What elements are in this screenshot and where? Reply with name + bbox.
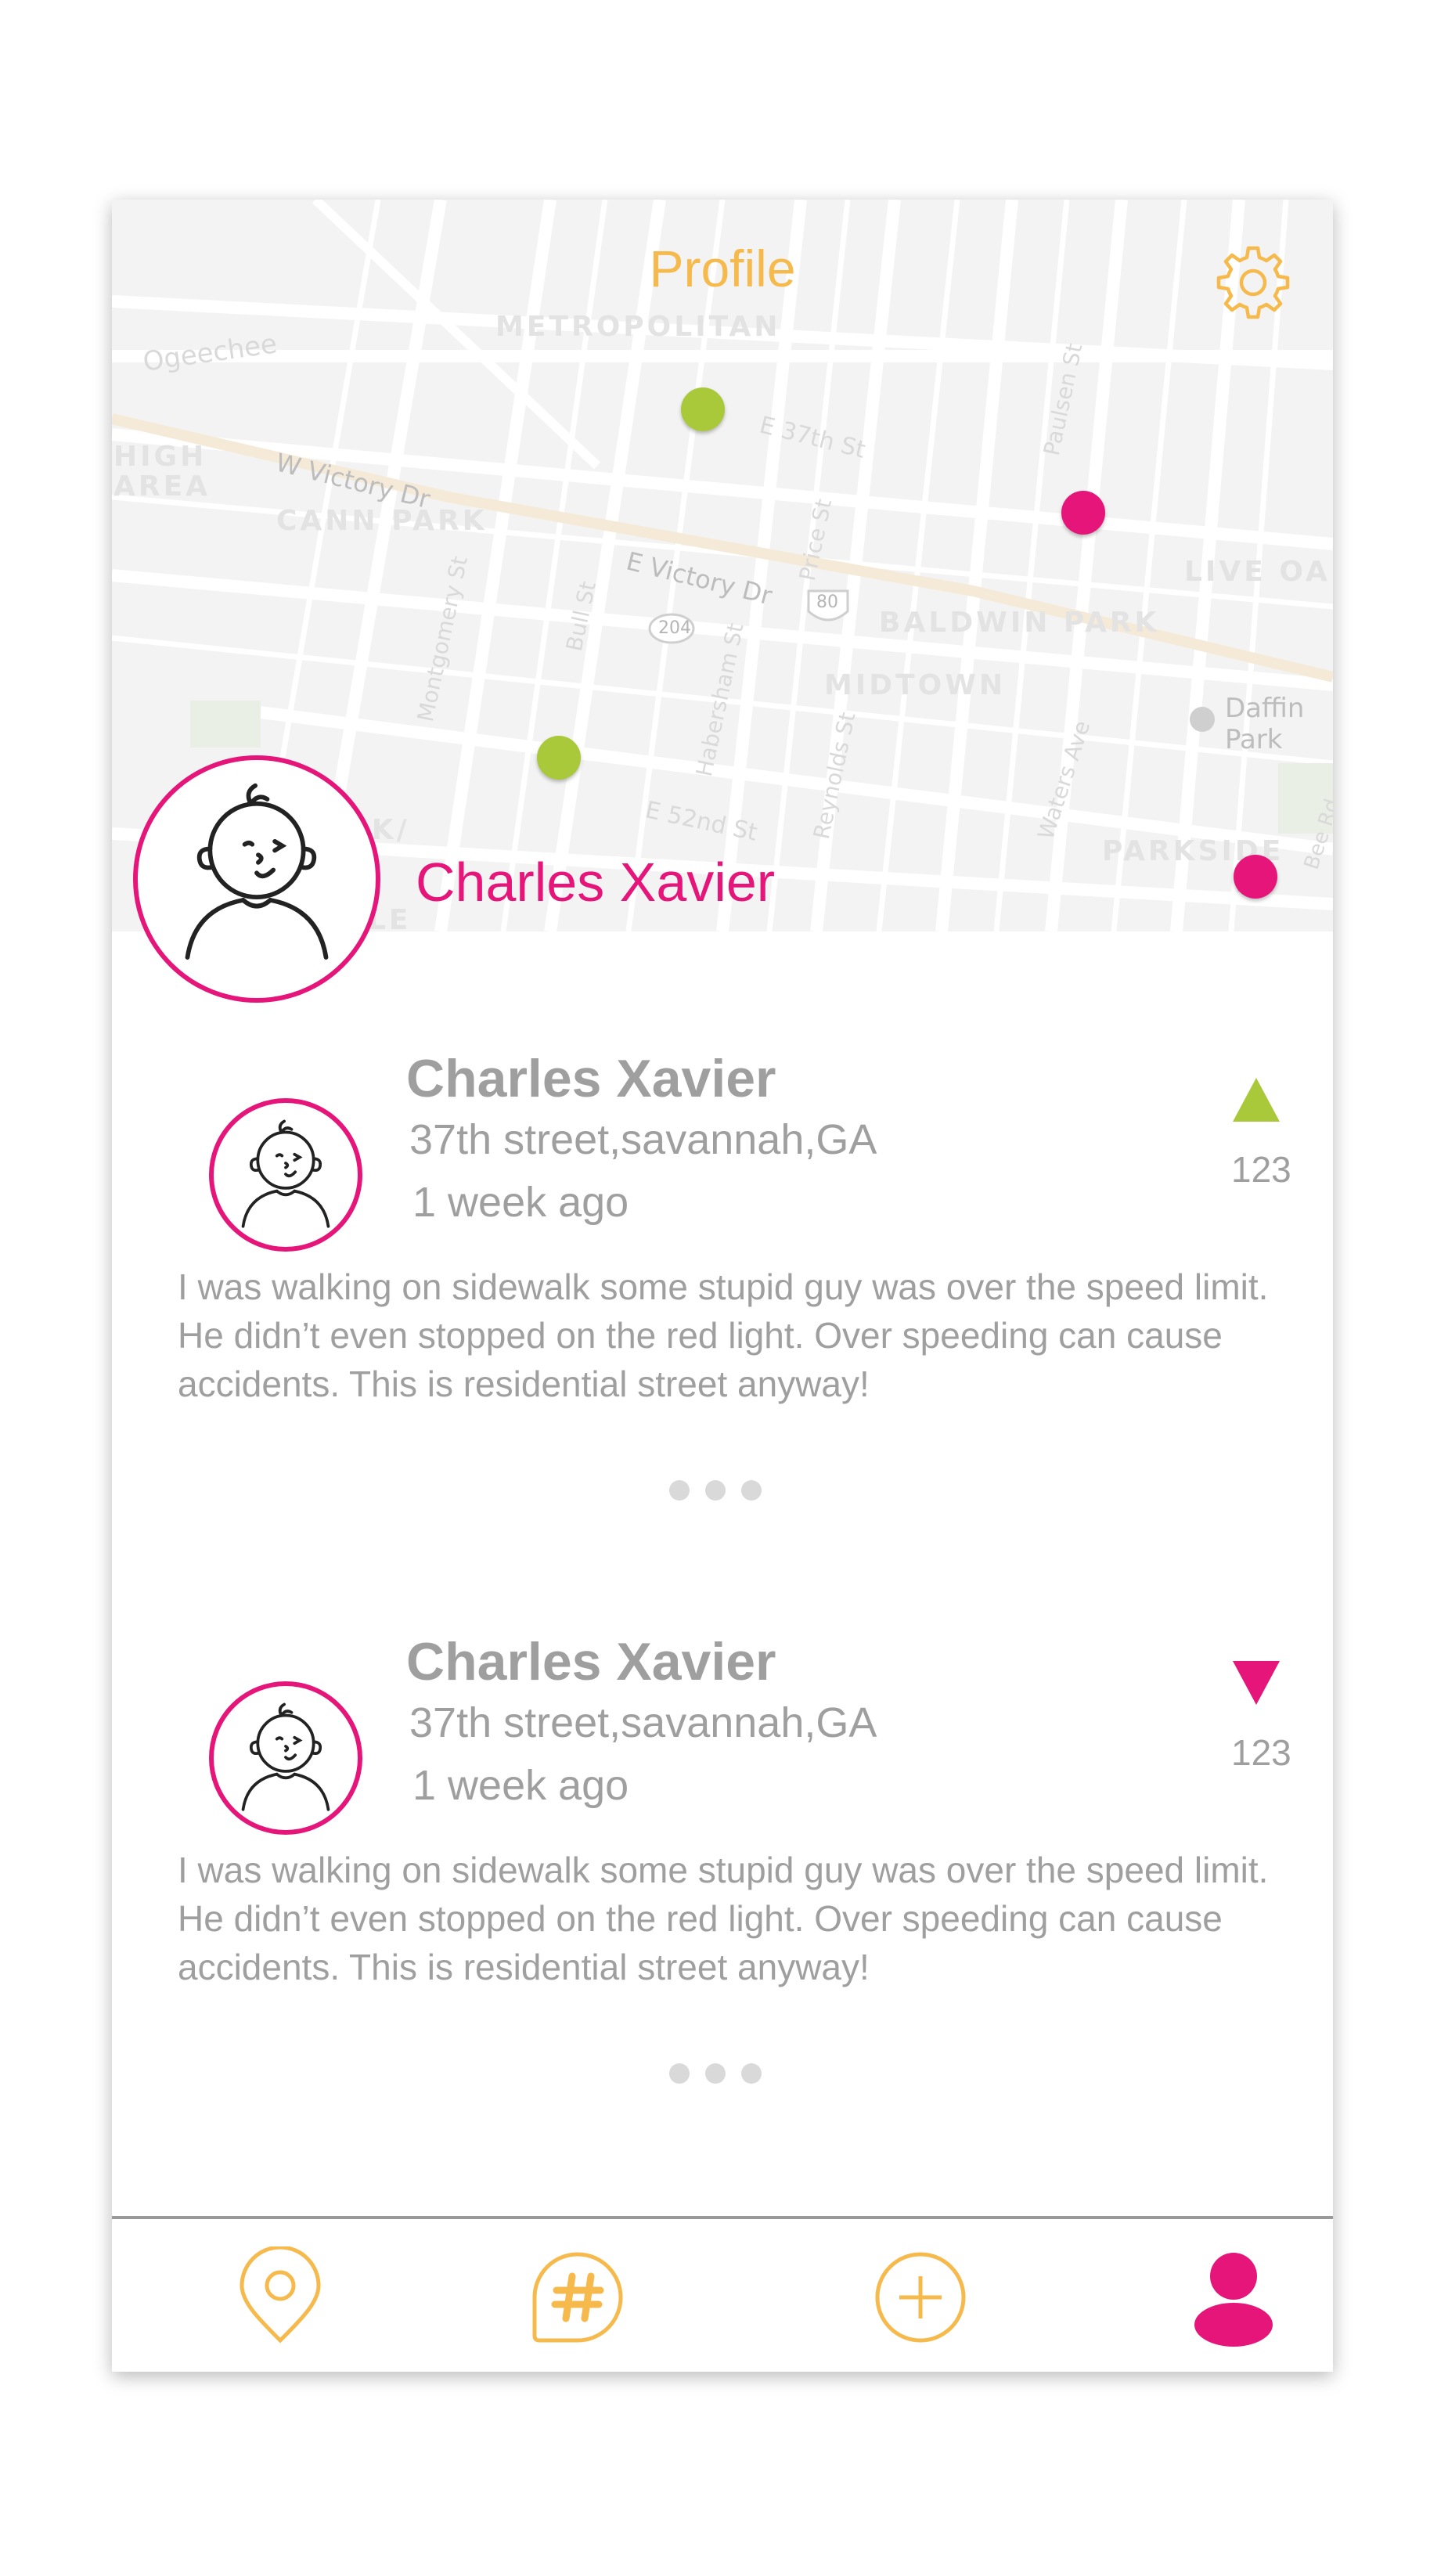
plus-circle-icon bbox=[875, 2252, 966, 2343]
more-dots-icon[interactable] bbox=[669, 2063, 771, 2087]
post-location: 37th street,savannah,GA bbox=[409, 1116, 877, 1163]
phone-frame: Ogeechee METROPOLITAN E 37th St W Victor… bbox=[112, 200, 1333, 2372]
gear-icon[interactable] bbox=[1214, 243, 1292, 322]
more-dots-icon[interactable] bbox=[669, 1480, 771, 1504]
post-body: I was walking on sidewalk some stupid gu… bbox=[178, 1266, 1269, 1404]
baby-face-icon bbox=[241, 1702, 330, 1811]
vote-count: 123 bbox=[1231, 1732, 1291, 1773]
post-card: Charles Xavier 37th street,savannah,GA 1… bbox=[112, 1014, 1333, 1562]
page-title: Profile bbox=[649, 240, 796, 297]
post-author[interactable]: Charles Xavier bbox=[406, 1631, 776, 1692]
map-label: CANN PARK bbox=[276, 505, 488, 537]
baby-face-icon bbox=[185, 783, 329, 960]
post-avatar[interactable] bbox=[209, 1098, 362, 1252]
post-location: 37th street,savannah,GA bbox=[409, 1699, 877, 1746]
map-pin-green[interactable] bbox=[681, 387, 725, 431]
baby-face-icon bbox=[241, 1119, 330, 1228]
profile-name: Charles Xavier bbox=[416, 852, 776, 913]
map-label: 80 bbox=[816, 593, 838, 612]
map-pin-pink[interactable] bbox=[1061, 491, 1105, 535]
vote-count: 123 bbox=[1231, 1149, 1291, 1190]
post-author[interactable]: Charles Xavier bbox=[406, 1048, 776, 1109]
post-body: I was walking on sidewalk some stupid gu… bbox=[178, 1850, 1269, 1987]
hashtag-icon bbox=[532, 2252, 623, 2343]
bottom-nav bbox=[112, 2219, 1333, 2372]
post-time: 1 week ago bbox=[412, 1179, 629, 1226]
map-label: Daffin Park Activity bbox=[1225, 693, 1324, 758]
map-label: BALDWIN PARK bbox=[879, 607, 1160, 639]
post-card: Charles Xavier 37th street,savannah,GA 1… bbox=[112, 1597, 1333, 2145]
map-label: LIVE OAK bbox=[1184, 556, 1333, 588]
nav-add-button[interactable] bbox=[870, 2246, 971, 2348]
nav-hashtag-button[interactable] bbox=[527, 2246, 629, 2348]
map-label: METROPOLITAN bbox=[495, 311, 781, 343]
map-pin-pink[interactable] bbox=[1234, 855, 1277, 899]
map-pin-green[interactable] bbox=[537, 736, 581, 780]
post-avatar[interactable] bbox=[209, 1681, 362, 1835]
nav-location-button[interactable] bbox=[229, 2245, 331, 2348]
map-pin-icon bbox=[240, 2245, 321, 2344]
map-label: HIGH AREA bbox=[113, 441, 211, 503]
map-label: 204 bbox=[658, 618, 691, 638]
user-icon bbox=[1194, 2253, 1273, 2347]
post-time: 1 week ago bbox=[412, 1762, 629, 1809]
nav-profile-button[interactable] bbox=[1183, 2246, 1284, 2348]
avatar[interactable] bbox=[133, 755, 380, 1003]
downvote-icon[interactable] bbox=[1231, 1659, 1281, 1706]
upvote-icon[interactable] bbox=[1231, 1076, 1281, 1123]
map-label: MIDTOWN bbox=[824, 669, 1007, 701]
